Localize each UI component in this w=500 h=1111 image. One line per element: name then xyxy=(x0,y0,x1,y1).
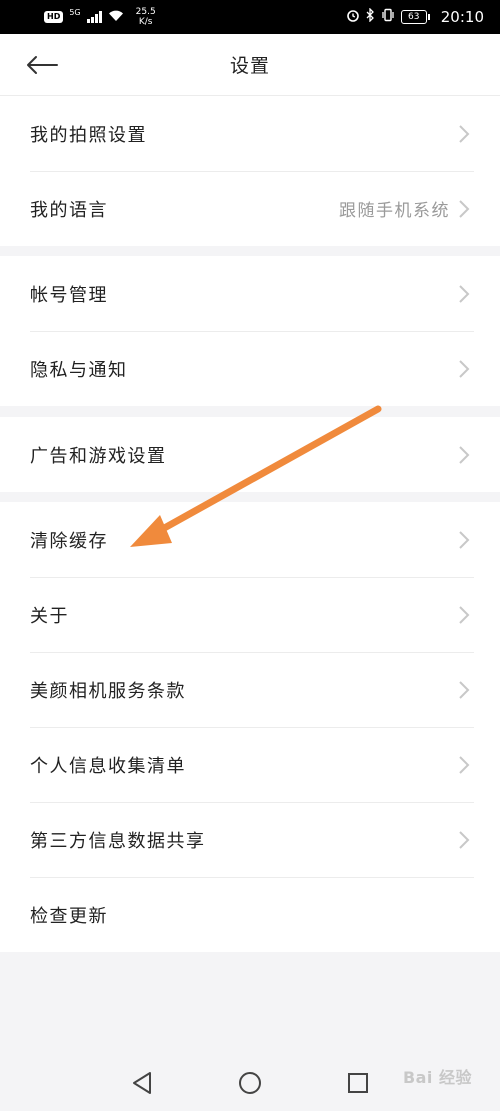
network-speed-unit: K/s xyxy=(138,17,153,27)
hd-badge: HD xyxy=(44,11,64,23)
row-label: 关于 xyxy=(30,605,69,627)
row-label: 我的拍照设置 xyxy=(30,124,147,146)
row-third-party-sharing[interactable]: 第三方信息数据共享 xyxy=(0,802,500,877)
status-bar: HD 5G 25.5 K/s 63 20:10 xyxy=(0,0,500,34)
chevron-right-icon xyxy=(458,124,470,144)
wifi-icon xyxy=(108,9,124,26)
header: 设置 xyxy=(0,34,500,96)
chevron-right-icon xyxy=(458,530,470,550)
chevron-right-icon xyxy=(458,830,470,850)
row-ads-games-settings[interactable]: 广告和游戏设置 xyxy=(0,417,500,492)
circle-home-icon xyxy=(239,1072,261,1094)
network-speed: 25.5 K/s xyxy=(136,7,156,27)
square-recents-icon xyxy=(348,1073,368,1093)
chevron-right-icon xyxy=(458,284,470,304)
row-label: 第三方信息数据共享 xyxy=(30,830,206,852)
row-terms-of-service[interactable]: 美颜相机服务条款 xyxy=(0,652,500,727)
settings-group-account-privacy: 帐号管理 隐私与通知 xyxy=(0,256,500,406)
settings-group-misc: 清除缓存 关于 美颜相机服务条款 个人信息收集清单 第三方信息数据共享 检查更新 xyxy=(0,502,500,952)
page-title: 设置 xyxy=(229,55,270,77)
network-speed-value: 25.5 xyxy=(135,7,156,17)
row-clear-cache[interactable]: 清除缓存 xyxy=(0,502,500,577)
row-label: 帐号管理 xyxy=(30,284,108,306)
nav-recents-button[interactable] xyxy=(343,1068,373,1098)
settings-group-ads: 广告和游戏设置 xyxy=(0,417,500,492)
language-value: 跟随手机系统 xyxy=(339,201,450,221)
row-label: 隐私与通知 xyxy=(30,359,128,381)
row-account-management[interactable]: 帐号管理 xyxy=(0,256,500,331)
network-type: 5G xyxy=(69,8,81,17)
triangle-back-icon xyxy=(133,1072,151,1094)
vibrate-icon xyxy=(381,8,395,26)
chevron-right-icon xyxy=(458,359,470,379)
back-button[interactable] xyxy=(22,48,62,82)
nav-home-button[interactable] xyxy=(235,1068,265,1098)
status-bar-left: HD 5G 25.5 K/s xyxy=(44,7,156,27)
nav-back-button[interactable] xyxy=(127,1068,157,1098)
chevron-right-icon xyxy=(458,199,470,219)
battery-icon: 63 xyxy=(400,10,430,24)
row-label: 检查更新 xyxy=(30,905,108,927)
row-label: 个人信息收集清单 xyxy=(30,755,186,777)
status-bar-right: 63 20:10 xyxy=(346,7,484,26)
row-label: 我的语言 xyxy=(30,199,108,221)
chevron-right-icon xyxy=(458,755,470,775)
row-right: 跟随手机系统 xyxy=(339,196,470,221)
alarm-icon xyxy=(346,8,360,26)
back-arrow-icon xyxy=(27,56,58,74)
row-language[interactable]: 我的语言 跟随手机系统 xyxy=(0,171,500,246)
clock: 20:10 xyxy=(440,8,484,26)
row-personal-info-list[interactable]: 个人信息收集清单 xyxy=(0,727,500,802)
row-label: 清除缓存 xyxy=(30,530,108,552)
settings-group-photo-language: 我的拍照设置 我的语言 跟随手机系统 xyxy=(0,96,500,246)
chevron-right-icon xyxy=(458,445,470,465)
row-label: 广告和游戏设置 xyxy=(30,445,167,467)
chevron-right-icon xyxy=(458,680,470,700)
row-privacy-notifications[interactable]: 隐私与通知 xyxy=(0,331,500,406)
bluetooth-icon xyxy=(366,7,375,26)
chevron-right-icon xyxy=(458,605,470,625)
battery-level: 63 xyxy=(408,12,420,22)
row-photo-settings[interactable]: 我的拍照设置 xyxy=(0,96,500,171)
row-label: 美颜相机服务条款 xyxy=(30,680,186,702)
signal-icon xyxy=(86,11,102,23)
watermark: Bai 经验 xyxy=(402,1068,472,1087)
row-check-update[interactable]: 检查更新 xyxy=(0,877,500,952)
row-about[interactable]: 关于 xyxy=(0,577,500,652)
